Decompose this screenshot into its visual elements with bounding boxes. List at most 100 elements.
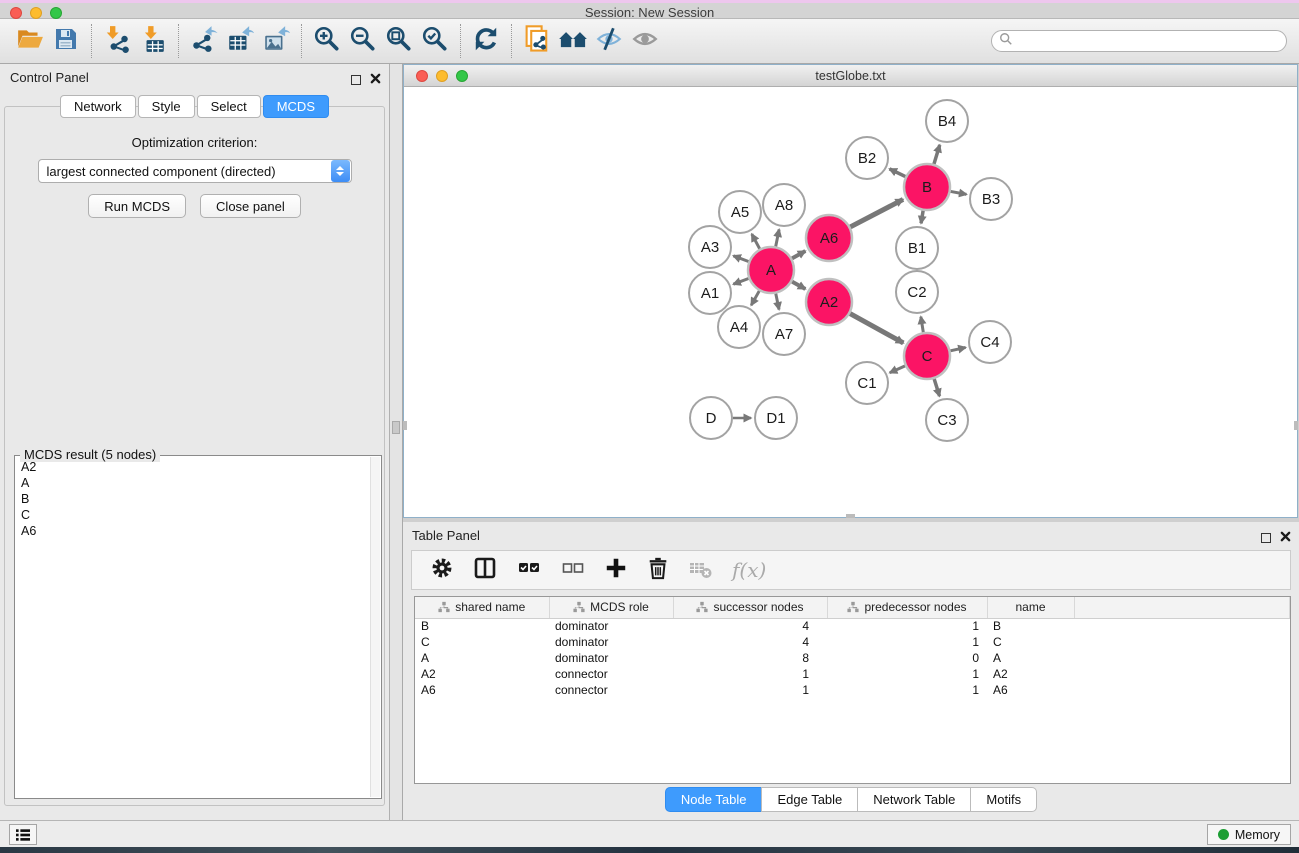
export-table-button[interactable] [222, 23, 258, 59]
graph-edge-B-B1[interactable] [921, 211, 923, 224]
network-window-titlebar[interactable]: testGlobe.txt [404, 65, 1297, 87]
result-item[interactable]: C [18, 507, 369, 523]
run-mcds-button[interactable]: Run MCDS [88, 194, 186, 218]
graph-edge-A6-B[interactable] [850, 199, 903, 226]
tab-mcds[interactable]: MCDS [263, 95, 329, 118]
apply-layout-button[interactable] [468, 23, 504, 59]
graph-node-D1[interactable]: D1 [755, 397, 797, 439]
graph-node-A3[interactable]: A3 [689, 226, 731, 268]
result-scrollbar[interactable] [370, 457, 380, 797]
graph-node-C[interactable]: C [904, 333, 950, 379]
graph-node-B2[interactable]: B2 [846, 137, 888, 179]
optimization-criterion-select[interactable]: largest connected component (directed) [38, 159, 352, 183]
table-row[interactable]: A6connector11A6 [415, 682, 1290, 698]
zoom-fit-button[interactable] [381, 23, 417, 59]
graph-node-B3[interactable]: B3 [970, 178, 1012, 220]
task-history-button[interactable] [9, 824, 37, 845]
graph-edge-A-A1[interactable] [733, 278, 748, 284]
divider-grip[interactable] [392, 421, 400, 434]
graph-edge-A-A4[interactable] [751, 291, 759, 305]
result-item[interactable]: A [18, 475, 369, 491]
graph-edge-A-A2[interactable] [792, 282, 805, 289]
column-header-successor-nodes[interactable]: successor nodes [673, 597, 827, 618]
graph-edge-C-C2[interactable] [921, 317, 923, 333]
graph-edge-B-B2[interactable] [890, 169, 906, 177]
table-row[interactable]: Cdominator41C [415, 634, 1290, 650]
graph-node-C4[interactable]: C4 [969, 321, 1011, 363]
graph-node-A6[interactable]: A6 [806, 215, 852, 261]
add-column-button[interactable] [604, 556, 628, 585]
graph-edge-A2-C[interactable] [850, 314, 903, 343]
graph-node-A8[interactable]: A8 [763, 184, 805, 226]
float-panel-icon[interactable] [351, 75, 361, 85]
function-builder-button[interactable]: f(x) [732, 558, 766, 582]
graph-node-D[interactable]: D [690, 397, 732, 439]
graph-node-B[interactable]: B [904, 164, 950, 210]
close-panel-button[interactable]: Close panel [200, 194, 301, 218]
graph-node-A7[interactable]: A7 [763, 313, 805, 355]
graph-node-A[interactable]: A [748, 247, 794, 293]
first-neighbors-button[interactable] [555, 23, 591, 59]
graph-node-C3[interactable]: C3 [926, 399, 968, 441]
graph-node-C1[interactable]: C1 [846, 362, 888, 404]
show-columns-button[interactable] [472, 555, 498, 586]
tab-edge-table[interactable]: Edge Table [761, 787, 858, 812]
zoom-selected-button[interactable] [417, 23, 453, 59]
zoom-out-button[interactable] [345, 23, 381, 59]
graph-edge-B-B3[interactable] [951, 191, 967, 194]
float-table-panel-icon[interactable] [1261, 533, 1271, 543]
new-network-from-selection-button[interactable] [519, 23, 555, 59]
deselect-all-button[interactable] [560, 555, 586, 586]
column-header-shared-name[interactable]: shared name [415, 597, 549, 618]
select-all-button[interactable] [516, 555, 542, 586]
tab-network[interactable]: Network [60, 95, 136, 118]
column-header-predecessor-nodes[interactable]: predecessor nodes [827, 597, 987, 618]
resize-handle-left[interactable] [403, 421, 407, 430]
graph-edge-A-A6[interactable] [792, 251, 805, 258]
memory-button[interactable]: Memory [1207, 824, 1291, 845]
tab-select[interactable]: Select [197, 95, 261, 118]
tab-style[interactable]: Style [138, 95, 195, 118]
tab-network-table[interactable]: Network Table [857, 787, 971, 812]
graph-edge-A-A7[interactable] [776, 294, 779, 310]
network-canvas[interactable]: B4 B2 B B3 A5A8A6 B1 A3 A A1 C2 A2 A4A7 C C4 C1 C3 D D1 [404, 88, 1297, 517]
graph-node-C2[interactable]: C2 [896, 271, 938, 313]
resize-handle-right[interactable] [1294, 421, 1298, 430]
show-all-button[interactable] [627, 23, 663, 59]
save-session-button[interactable] [48, 23, 84, 59]
search-input[interactable] [1013, 34, 1279, 48]
delete-table-button[interactable] [688, 555, 714, 586]
node-table[interactable]: shared name MCDS role successor nodes pr… [414, 596, 1291, 784]
graph-edge-C-C4[interactable] [950, 347, 965, 350]
table-row[interactable]: Adominator80A [415, 650, 1290, 666]
graph-node-A4[interactable]: A4 [718, 306, 760, 348]
mcds-result-list[interactable]: A2ABCA6 [18, 459, 369, 795]
graph-edge-A-A5[interactable] [752, 234, 760, 249]
graph-node-B4[interactable]: B4 [926, 100, 968, 142]
result-item[interactable]: A6 [18, 523, 369, 539]
search-box[interactable] [991, 30, 1287, 52]
open-session-button[interactable] [12, 23, 48, 59]
graph-node-A5[interactable]: A5 [719, 191, 761, 233]
graph-node-B1[interactable]: B1 [896, 227, 938, 269]
import-network-button[interactable] [99, 23, 135, 59]
table-settings-button[interactable] [430, 556, 454, 585]
column-header-mcds-role[interactable]: MCDS role [549, 597, 673, 618]
graph-node-A1[interactable]: A1 [689, 272, 731, 314]
close-table-panel-icon[interactable] [1280, 529, 1291, 547]
export-network-button[interactable] [186, 23, 222, 59]
tab-motifs[interactable]: Motifs [970, 787, 1037, 812]
column-header-name[interactable]: name [987, 597, 1074, 618]
zoom-in-button[interactable] [309, 23, 345, 59]
result-item[interactable]: A2 [18, 459, 369, 475]
table-row[interactable]: A2connector11A2 [415, 666, 1290, 682]
graph-edge-A-A3[interactable] [733, 256, 748, 262]
graph-node-A2[interactable]: A2 [806, 279, 852, 325]
graph-edge-C-C1[interactable] [890, 366, 905, 373]
delete-column-button[interactable] [646, 556, 670, 585]
graph-edge-C-C3[interactable] [934, 379, 939, 396]
hide-selected-button[interactable] [591, 23, 627, 59]
table-row[interactable]: Bdominator41B [415, 618, 1290, 634]
export-image-button[interactable] [258, 23, 294, 59]
tab-node-table[interactable]: Node Table [665, 787, 763, 812]
